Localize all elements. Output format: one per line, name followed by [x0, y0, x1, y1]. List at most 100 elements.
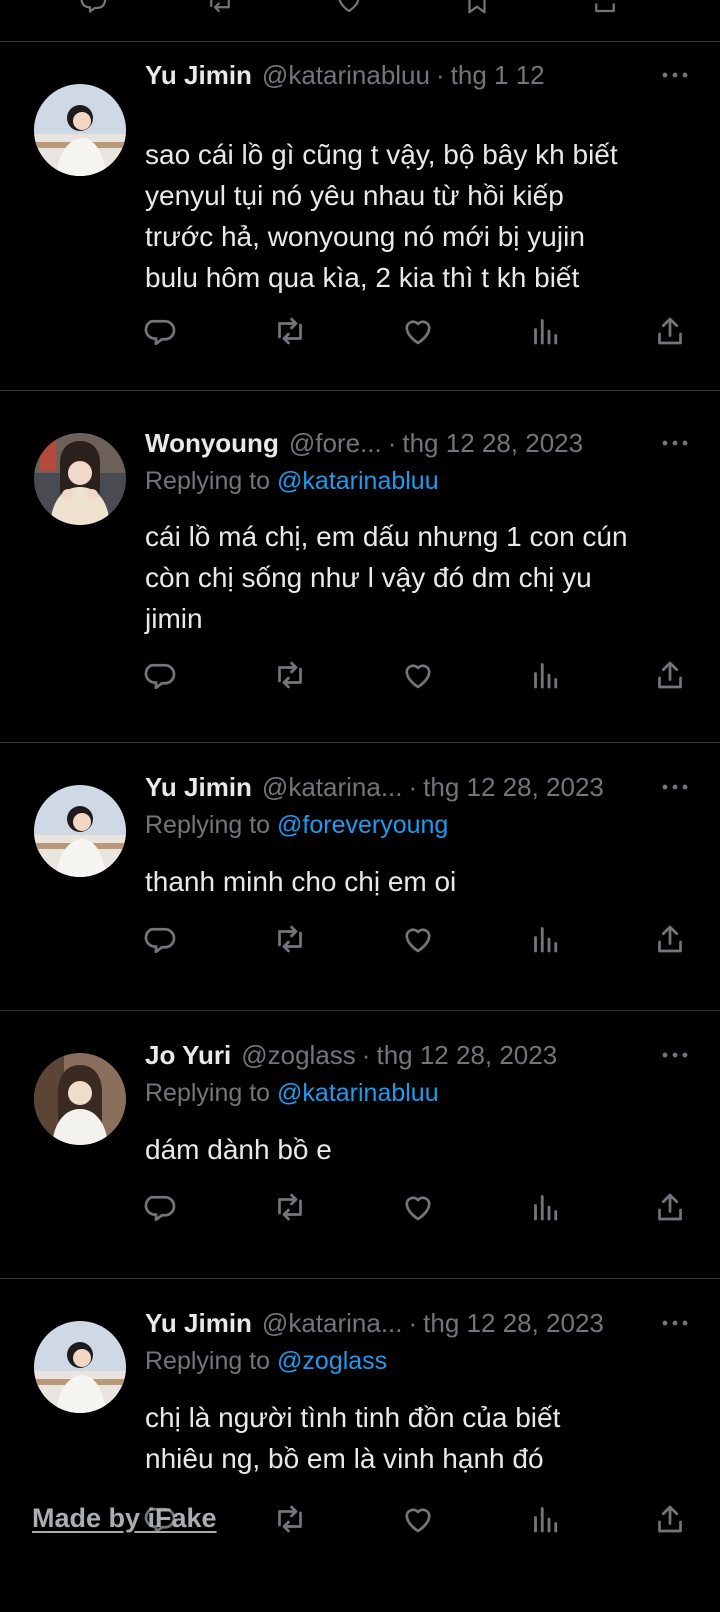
tweet-date[interactable]: thg 12 28, 2023: [376, 1040, 557, 1071]
mention-link[interactable]: @katarinabluu: [277, 467, 439, 495]
tweet-date[interactable]: thg 12 28, 2023: [423, 772, 604, 803]
like-icon[interactable]: [334, 0, 364, 16]
share-icon[interactable]: [590, 0, 620, 16]
like-icon[interactable]: [400, 921, 436, 957]
tweet-header: Jo Yuri @zoglass · thg 12 28, 2023: [145, 1037, 690, 1073]
views-icon[interactable]: [528, 1501, 564, 1537]
display-name[interactable]: Jo Yuri: [145, 1040, 231, 1071]
replying-to-label: Replying to: [145, 811, 271, 839]
like-icon[interactable]: [400, 313, 436, 349]
tweet-actions: [0, 657, 720, 697]
share-icon[interactable]: [652, 1189, 688, 1225]
tweet-text-line: cái lồ má chị, em dấu nhưng 1 con cún: [145, 521, 628, 552]
share-icon[interactable]: [652, 313, 688, 349]
reply-icon[interactable]: [144, 1189, 180, 1225]
avatar[interactable]: [34, 1053, 126, 1145]
tweet[interactable]: Jo Yuri @zoglass · thg 12 28, 2023 Reply…: [0, 1011, 720, 1279]
tweet-header: Yu Jimin @katarina... · thg 12 28, 2023: [145, 1305, 690, 1341]
more-icon[interactable]: [660, 425, 690, 461]
tweet-actions: [0, 313, 720, 353]
user-handle[interactable]: @zoglass: [241, 1040, 356, 1071]
user-handle[interactable]: @katarina...: [262, 772, 403, 803]
views-icon[interactable]: [528, 657, 564, 693]
tweet[interactable]: Wonyoung @fore... · thg 12 28, 2023 Repl…: [0, 391, 720, 743]
tweet-text: chị là người tình tinh đồn của biết nhiê…: [145, 1397, 690, 1479]
separator-dot: ·: [408, 1307, 418, 1338]
share-icon[interactable]: [652, 657, 688, 693]
more-icon[interactable]: [660, 769, 690, 805]
tweet-actions: [0, 921, 720, 961]
user-handle[interactable]: @katarinabluu: [262, 60, 430, 91]
tweet-date[interactable]: thg 12 28, 2023: [423, 1308, 604, 1339]
display-name[interactable]: Wonyoung: [145, 428, 279, 459]
retweet-icon[interactable]: [272, 657, 308, 693]
display-name[interactable]: Yu Jimin: [145, 60, 252, 91]
tweet[interactable]: Yu Jimin @katarina... · thg 12 28, 2023 …: [0, 743, 720, 1011]
reply-icon[interactable]: [144, 313, 180, 349]
tweet-text-line: thanh minh cho chị em oi: [145, 866, 457, 897]
like-icon[interactable]: [400, 657, 436, 693]
more-icon[interactable]: [660, 1305, 690, 1341]
replying-to: Replying to @foreveryoung: [145, 811, 448, 840]
replying-to: Replying to @katarinabluu: [145, 467, 439, 496]
tweet[interactable]: Yu Jimin @katarinabluu · thg 1 12 sao cá…: [0, 42, 720, 391]
watermark: Made by iFake: [32, 1503, 217, 1533]
tweet-text: sao cái lồ gì cũng t vậy, bộ bây kh biết…: [145, 134, 690, 298]
tweet-date[interactable]: thg 1 12: [451, 60, 545, 91]
views-icon[interactable]: [528, 1189, 564, 1225]
retweet-icon[interactable]: [272, 921, 308, 957]
tweet-text-line: còn chị sống như l vậy đó dm chị yu: [145, 562, 592, 593]
display-name[interactable]: Yu Jimin: [145, 1308, 252, 1339]
tweet-text-line: nhiêu ng, bồ em là vinh hạnh đó: [145, 1443, 544, 1474]
tweet-actions: [0, 1189, 720, 1229]
separator-dot: ·: [435, 59, 445, 90]
like-icon[interactable]: [400, 1501, 436, 1537]
more-icon[interactable]: [660, 57, 690, 93]
tweet-text: cái lồ má chị, em dấu nhưng 1 con cún cò…: [145, 516, 690, 639]
user-handle[interactable]: @fore...: [289, 428, 382, 459]
tweet[interactable]: Yu Jimin @katarina... · thg 12 28, 2023 …: [0, 1279, 720, 1612]
mention-link[interactable]: @foreveryoung: [277, 811, 448, 839]
separator-dot: ·: [408, 771, 418, 802]
avatar[interactable]: [34, 84, 126, 176]
more-icon[interactable]: [660, 1037, 690, 1073]
retweet-icon[interactable]: [272, 313, 308, 349]
replying-to-label: Replying to: [145, 467, 271, 495]
mention-link[interactable]: @katarinabluu: [277, 1079, 439, 1107]
tweet-text-line: trước hả, wonyoung nó mới bị yujin: [145, 221, 585, 252]
bookmark-icon[interactable]: [462, 0, 492, 16]
tweet-text-line: sao cái lồ gì cũng t vậy, bộ bây kh biết: [145, 139, 618, 170]
tweet-text-line: yenyul tụi nó yêu nhau từ hồi kiếp: [145, 180, 564, 211]
retweet-icon[interactable]: [272, 1189, 308, 1225]
tweet-text: thanh minh cho chị em oi: [145, 861, 690, 902]
replying-to: Replying to @zoglass: [145, 1347, 387, 1376]
reply-icon[interactable]: [80, 0, 110, 16]
reply-icon[interactable]: [144, 921, 180, 957]
display-name[interactable]: Yu Jimin: [145, 772, 252, 803]
top-action-bar: [0, 0, 720, 42]
like-icon[interactable]: [400, 1189, 436, 1225]
retweet-icon[interactable]: [272, 1501, 308, 1537]
tweet-header: Wonyoung @fore... · thg 12 28, 2023: [145, 425, 690, 461]
replying-to: Replying to @katarinabluu: [145, 1079, 439, 1108]
tweet-text-line: dám dành bồ e: [145, 1134, 332, 1165]
user-handle[interactable]: @katarina...: [262, 1308, 403, 1339]
tweet-text: dám dành bồ e: [145, 1129, 690, 1170]
avatar[interactable]: [34, 433, 126, 525]
tweet-header: Yu Jimin @katarinabluu · thg 1 12: [145, 57, 690, 93]
tweet-header: Yu Jimin @katarina... · thg 12 28, 2023: [145, 769, 690, 805]
views-icon[interactable]: [528, 921, 564, 957]
mention-link[interactable]: @zoglass: [277, 1347, 387, 1375]
avatar[interactable]: [34, 1321, 126, 1413]
share-icon[interactable]: [652, 1501, 688, 1537]
separator-dot: ·: [387, 427, 397, 458]
avatar[interactable]: [34, 785, 126, 877]
views-icon[interactable]: [528, 313, 564, 349]
tweet-text-line: chị là người tình tinh đồn của biết: [145, 1402, 561, 1433]
reply-icon[interactable]: [144, 657, 180, 693]
tweet-text-line: bulu hôm qua kìa, 2 kia thì t kh biết: [145, 262, 580, 293]
share-icon[interactable]: [652, 921, 688, 957]
retweet-icon[interactable]: [205, 0, 235, 16]
replying-to-label: Replying to: [145, 1079, 271, 1107]
tweet-date[interactable]: thg 12 28, 2023: [402, 428, 583, 459]
